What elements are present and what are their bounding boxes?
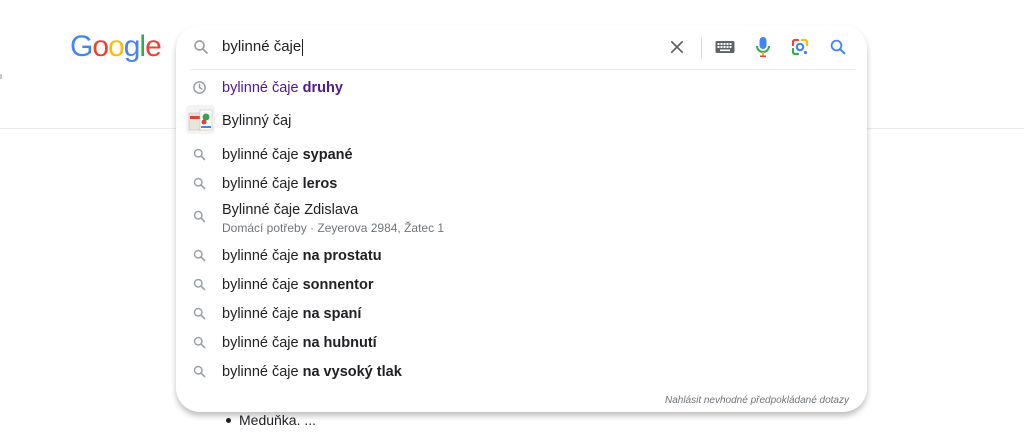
search-bar-divider <box>190 69 855 70</box>
suggestion-item[interactable]: bylinné čaje sypané <box>176 140 867 169</box>
bullet-icon <box>226 417 231 423</box>
search-icon <box>192 147 207 162</box>
suggestion-text: bylinné čaje sypané <box>222 147 353 163</box>
suggestion-item[interactable]: bylinné čaje sonnentor <box>176 270 867 299</box>
logo-letter: G <box>70 30 93 63</box>
search-input[interactable]: bylinné čaje <box>222 36 304 58</box>
suggestion-text: Bylinný čaj <box>222 113 291 129</box>
search-bar: bylinné čaje <box>176 25 867 69</box>
suggestion-text: bylinné čaje na hubnutí <box>222 335 377 351</box>
suggestion-prefix: bylinné čaje <box>222 305 303 322</box>
logo-letter: g <box>123 30 141 63</box>
lens-search-button[interactable] <box>788 35 812 59</box>
suggestion-text: Bylinné čaje Zdislava <box>222 202 358 218</box>
left-edge-mark <box>0 74 2 79</box>
logo-letter: o <box>108 30 125 63</box>
close-icon <box>670 40 684 54</box>
background-list-item: Meduňka. ... <box>226 412 316 428</box>
suggestion-prefix: bylinné čaje <box>222 146 303 163</box>
suggestion-item-entity[interactable]: Bylinný čaj <box>176 102 867 140</box>
suggestion-completion: druhy <box>302 79 343 96</box>
suggestion-item-place[interactable]: Bylinné čaje Zdislava Domácí potřeby · Z… <box>176 198 867 241</box>
suggestion-text: bylinné čaje sonnentor <box>222 277 374 293</box>
search-icon <box>192 209 207 224</box>
suggestion-completion: sonnentor <box>302 276 374 293</box>
clear-button[interactable] <box>665 35 689 59</box>
toolbar-divider <box>701 37 702 59</box>
suggestion-prefix: Bylinný čaj <box>222 113 292 129</box>
suggestion-text: bylinné čaje na prostatu <box>222 248 382 264</box>
search-icon <box>830 39 846 55</box>
suggestion-item-history[interactable]: bylinné čaje druhy <box>176 73 867 102</box>
search-query-text: bylinné čaje <box>222 38 302 55</box>
suggestion-prefix: bylinné čaje <box>222 247 303 264</box>
search-icon <box>192 364 207 379</box>
microphone-icon <box>756 37 770 57</box>
google-logo[interactable]: Google <box>70 28 162 66</box>
suggestion-completion: na vysoký tlak <box>302 363 402 380</box>
suggestion-item[interactable]: bylinné čaje leros <box>176 169 867 198</box>
logo-letter: o <box>92 30 109 63</box>
suggestion-prefix: bylinné čaje <box>222 175 303 192</box>
history-clock-icon <box>192 80 207 95</box>
voice-search-button[interactable] <box>751 35 775 59</box>
search-icon <box>192 306 207 321</box>
suggestion-text: bylinné čaje leros <box>222 176 337 192</box>
suggestion-item[interactable]: bylinné čaje na prostatu <box>176 241 867 270</box>
suggestion-text: bylinné čaje na spaní <box>222 306 361 322</box>
suggestion-prefix: Bylinné čaje Zdislava <box>222 202 359 218</box>
keyboard-icon <box>715 41 735 53</box>
suggestion-text: bylinné čaje druhy <box>222 80 343 96</box>
suggestion-completion: leros <box>302 175 338 192</box>
product-thumbnail <box>186 105 215 134</box>
keyboard-button[interactable] <box>713 35 737 59</box>
search-icon <box>192 176 207 191</box>
suggestion-text: bylinné čaje na vysoký tlak <box>222 364 402 380</box>
logo-letter: e <box>145 30 162 63</box>
lens-camera-icon <box>791 38 809 56</box>
report-predictions-link[interactable]: Nahlásit nevhodné předpokládané dotazy <box>665 395 849 406</box>
suggestion-completion: sypané <box>302 146 353 163</box>
suggestion-completion: na prostatu <box>302 247 382 264</box>
text-caret <box>302 38 304 56</box>
search-icon <box>192 277 207 292</box>
suggestion-completion: na hubnutí <box>302 334 377 351</box>
suggestion-item[interactable]: bylinné čaje na spaní <box>176 299 867 328</box>
search-icon <box>192 38 210 56</box>
suggestion-prefix: bylinné čaje <box>222 276 303 293</box>
suggestion-completion: na spaní <box>302 305 362 322</box>
suggestion-prefix: bylinné čaje <box>222 363 303 380</box>
search-autocomplete-popup: bylinné čaje bylinné čaje druhy Bylinný … <box>176 25 867 412</box>
suggestion-item[interactable]: bylinné čaje na vysoký tlak <box>176 357 867 386</box>
suggestion-prefix: bylinné čaje <box>222 79 303 96</box>
search-icon <box>192 248 207 263</box>
suggestion-prefix: bylinné čaje <box>222 334 303 351</box>
search-submit-button[interactable] <box>826 35 850 59</box>
suggestion-subtitle: Domácí potřeby · Zeyerova 2984, Žatec 1 <box>222 221 445 235</box>
search-icon <box>192 335 207 350</box>
google-search-page: Google Meduňka. ... bylinné čaje bylinné… <box>0 0 1024 435</box>
suggestion-item[interactable]: bylinné čaje na hubnutí <box>176 328 867 357</box>
background-list-item-text: Meduňka. ... <box>239 412 317 428</box>
suggestion-list: bylinné čaje druhy Bylinný čaj bylinné č… <box>176 73 867 386</box>
